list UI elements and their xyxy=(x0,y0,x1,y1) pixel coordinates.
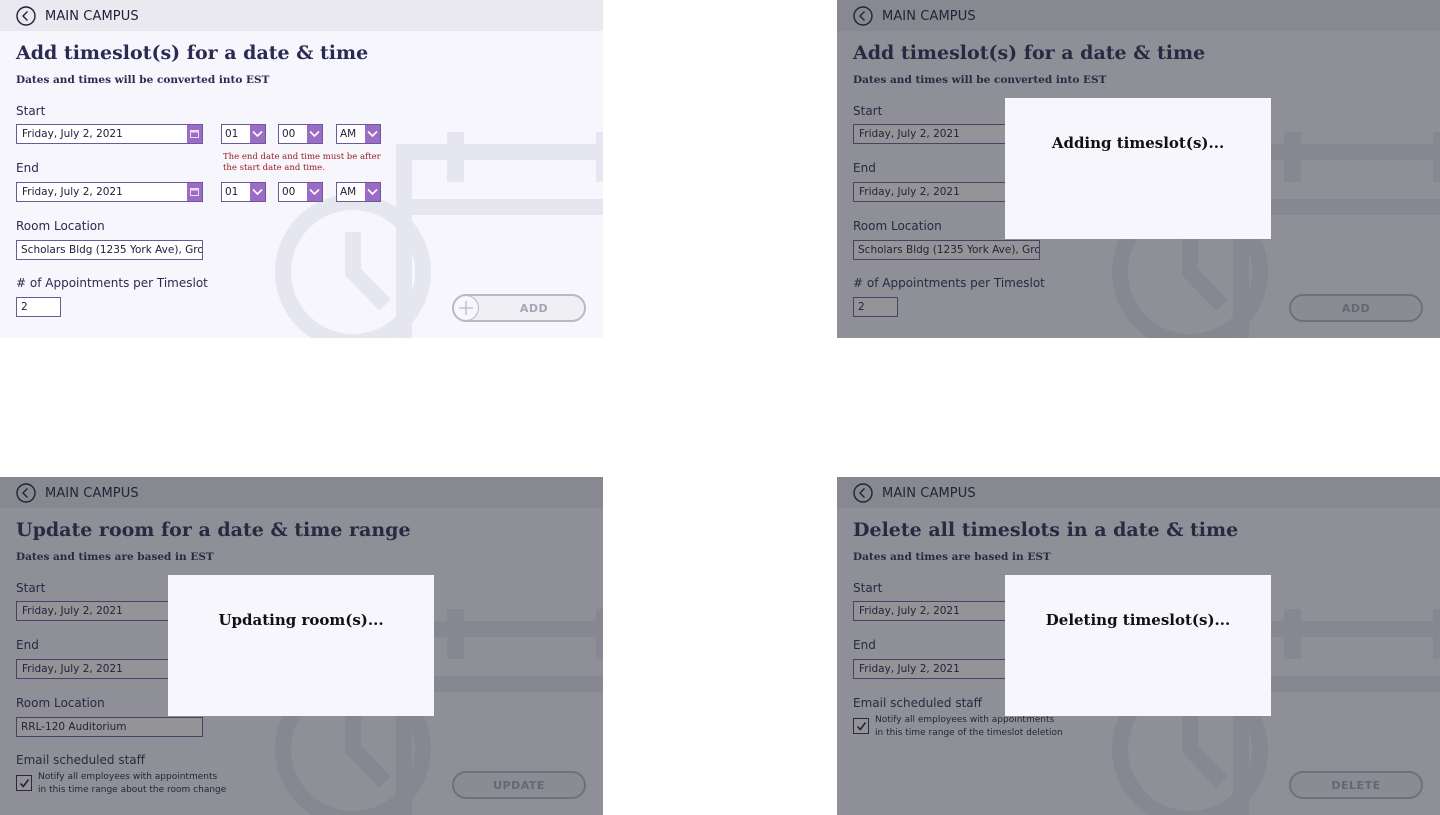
end-minute-select[interactable]: 00 xyxy=(278,182,323,202)
end-label: End xyxy=(16,161,39,175)
page-subtitle: Dates and times will be converted into E… xyxy=(16,74,270,86)
end-ampm-value: AM xyxy=(340,186,357,198)
page-title: Add timeslot(s) for a date & time xyxy=(16,42,369,64)
chevron-down-icon[interactable] xyxy=(250,125,265,143)
progress-message: Updating room(s)... xyxy=(218,611,384,629)
progress-modal: Adding timeslot(s)... xyxy=(1005,98,1271,239)
calendar-icon[interactable] xyxy=(187,183,202,201)
end-minute-value: 00 xyxy=(282,186,296,198)
progress-modal: Deleting timeslot(s)... xyxy=(1005,575,1271,716)
end-hour-value: 01 xyxy=(225,186,239,198)
chevron-down-icon[interactable] xyxy=(365,183,380,201)
start-minute-value: 00 xyxy=(282,128,296,140)
delete-timeslots-panel: MAIN CAMPUS Delete all timeslots in a da… xyxy=(837,477,1440,815)
appointments-input[interactable]: 2 xyxy=(16,297,61,317)
start-minute-select[interactable]: 00 xyxy=(278,124,323,144)
room-location-input[interactable]: Scholars Bldg (1235 York Ave), Ground xyxy=(16,240,203,260)
top-bar: MAIN CAMPUS xyxy=(0,0,603,31)
update-room-panel: MAIN CAMPUS Update room for a date & tim… xyxy=(0,477,603,815)
chevron-down-icon[interactable] xyxy=(365,125,380,143)
chevron-down-icon[interactable] xyxy=(307,125,322,143)
back-arrow-icon[interactable] xyxy=(16,6,36,26)
add-button-label: ADD xyxy=(519,302,549,315)
appointments-value: 2 xyxy=(21,301,28,313)
room-location-label: Room Location xyxy=(16,219,105,233)
end-date-value: Friday, July 2, 2021 xyxy=(22,186,123,198)
start-date-field[interactable]: Friday, July 2, 2021 xyxy=(16,124,203,144)
end-time-error: The end date and time must be after the … xyxy=(223,152,393,174)
start-ampm-value: AM xyxy=(340,128,357,140)
calendar-icon[interactable] xyxy=(187,125,202,143)
end-ampm-select[interactable]: AM xyxy=(336,182,381,202)
progress-message: Adding timeslot(s)... xyxy=(1051,134,1225,152)
add-button[interactable]: ADD xyxy=(452,294,586,322)
error-line-1: The end date and time must be after xyxy=(223,152,381,162)
end-date-field[interactable]: Friday, July 2, 2021 xyxy=(16,182,203,202)
start-hour-value: 01 xyxy=(225,128,239,140)
end-hour-select[interactable]: 01 xyxy=(221,182,266,202)
start-date-value: Friday, July 2, 2021 xyxy=(22,128,123,140)
adding-timeslot-panel: MAIN CAMPUS Add timeslot(s) for a date &… xyxy=(837,0,1440,338)
error-line-2: the start date and time. xyxy=(223,163,325,173)
progress-message: Deleting timeslot(s)... xyxy=(1045,611,1231,629)
chevron-down-icon[interactable] xyxy=(250,183,265,201)
appointments-label: # of Appointments per Timeslot xyxy=(16,276,208,290)
start-label: Start xyxy=(16,104,46,118)
room-location-value: Scholars Bldg (1235 York Ave), Ground xyxy=(21,244,203,256)
chevron-down-icon[interactable] xyxy=(307,183,322,201)
campus-name: MAIN CAMPUS xyxy=(45,9,139,24)
add-timeslot-panel: MAIN CAMPUS Add timeslot(s) for a date &… xyxy=(0,0,603,338)
start-hour-select[interactable]: 01 xyxy=(221,124,266,144)
start-ampm-select[interactable]: AM xyxy=(336,124,381,144)
progress-modal: Updating room(s)... xyxy=(168,575,434,716)
